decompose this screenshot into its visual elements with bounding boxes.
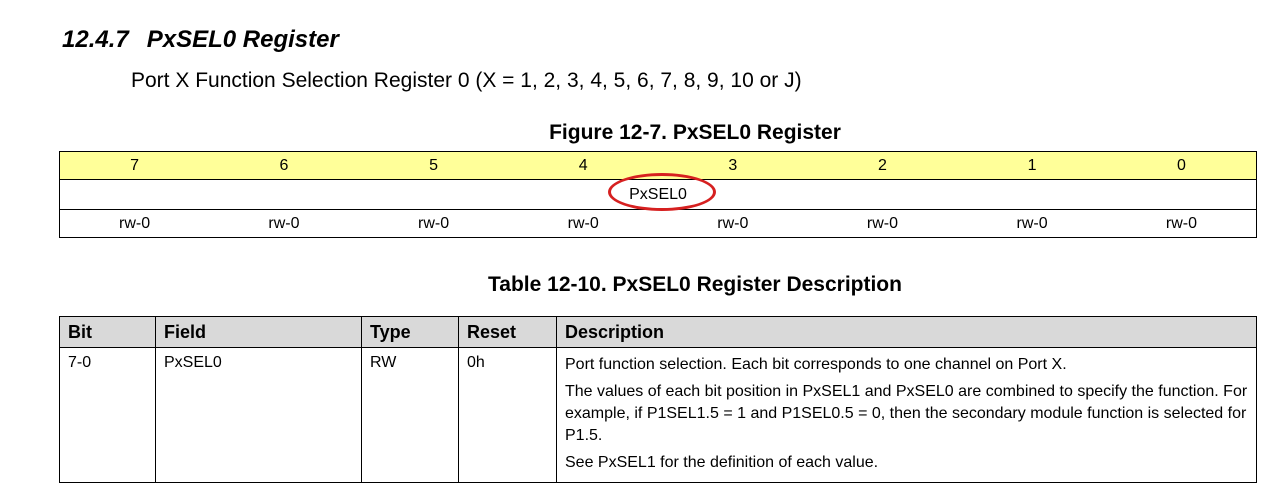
bit-number: 2: [807, 151, 958, 180]
cell-description: Port function selection. Each bit corres…: [556, 347, 1257, 483]
bit-number: 5: [358, 151, 509, 180]
column-header-field: Field: [155, 316, 362, 348]
bit-access: rw-0: [807, 209, 958, 238]
figure-caption: Figure 12-7. PxSEL0 Register: [549, 121, 841, 144]
cell-field: PxSEL0: [155, 347, 362, 483]
table-caption: Table 12-10. PxSEL0 Register Description: [488, 273, 902, 296]
column-header-bit: Bit: [59, 316, 156, 348]
bit-access: rw-0: [209, 209, 359, 238]
section-title: PxSEL0 Register: [146, 26, 339, 53]
cell-bit: 7-0: [59, 347, 156, 483]
bit-number: 6: [209, 151, 359, 180]
description-paragraph: The values of each bit position in PxSEL…: [565, 383, 1248, 444]
section-heading: 12.4.7 PxSEL0 Register: [62, 26, 339, 54]
table-row: 7-0 PxSEL0 RW 0h Port function selection…: [59, 347, 1257, 483]
bit-number: 7: [59, 151, 210, 180]
section-number: 12.4.7: [62, 26, 129, 53]
register-subtitle: Port X Function Selection Register 0 (X …: [131, 69, 802, 92]
red-highlight-ellipse: [608, 173, 716, 211]
access-row: rw-0 rw-0 rw-0 rw-0 rw-0 rw-0 rw-0 rw-0: [59, 209, 1257, 238]
description-paragraph: Port function selection. Each bit corres…: [565, 356, 1067, 373]
bit-number: 0: [1106, 151, 1257, 180]
bit-access: rw-0: [508, 209, 658, 238]
column-header-type: Type: [361, 316, 459, 348]
column-header-description: Description: [556, 316, 1257, 348]
bit-access: rw-0: [59, 209, 210, 238]
bit-access: rw-0: [358, 209, 509, 238]
register-description-table: Bit Field Type Reset Description 7-0 PxS…: [59, 316, 1257, 483]
bit-access: rw-0: [658, 209, 808, 238]
bit-number: 1: [957, 151, 1107, 180]
cell-type: RW: [361, 347, 459, 483]
table-header-row: Bit Field Type Reset Description: [59, 316, 1257, 348]
column-header-reset: Reset: [458, 316, 557, 348]
description-paragraph: See PxSEL1 for the definition of each va…: [565, 454, 879, 471]
cell-reset: 0h: [458, 347, 557, 483]
bit-access: rw-0: [1106, 209, 1257, 238]
bit-access: rw-0: [957, 209, 1107, 238]
